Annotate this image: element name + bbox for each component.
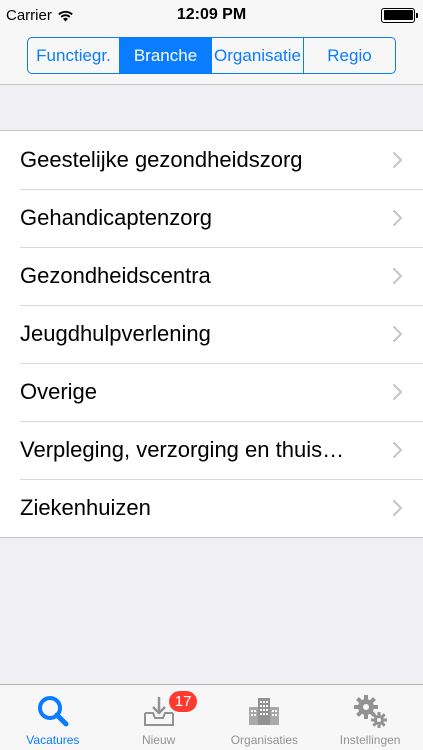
gears-icon [350, 691, 390, 731]
segment-branche[interactable]: Branche [120, 38, 212, 73]
list-item-label: Overige [20, 379, 98, 404]
list-item-label: Verpleging, verzorging en thuis… [20, 437, 345, 462]
status-bar: Carrier 12:09 PM [0, 0, 423, 30]
chevron-right-icon [392, 209, 403, 227]
segmented-control: Functiegr. Branche Organisatie Regio [27, 37, 396, 74]
chevron-right-icon [392, 151, 403, 169]
chevron-right-icon [392, 325, 403, 343]
list-item[interactable]: Gezondheidscentra [0, 247, 423, 305]
tab-vacatures[interactable]: Vacatures [0, 685, 106, 750]
list-item-label: Geestelijke gezondheidszorg [20, 147, 303, 172]
tab-label: Organisaties [230, 733, 299, 747]
segment-regio[interactable]: Regio [304, 38, 395, 73]
list-item[interactable]: Jeugdhulpverlening [0, 305, 423, 363]
chevron-right-icon [392, 499, 403, 517]
list-item[interactable]: Gehandicaptenzorg [0, 189, 423, 247]
list-item-label: Ziekenhuizen [20, 495, 151, 520]
list-item-label: Gehandicaptenzorg [20, 205, 213, 230]
chevron-right-icon [392, 383, 403, 401]
tab-label: Vacatures [26, 733, 80, 747]
carrier-info: Carrier [6, 7, 74, 24]
carrier-label: Carrier [6, 6, 52, 24]
search-icon [33, 691, 73, 731]
list-item-label: Gezondheidscentra [20, 263, 211, 288]
list-item-label: Jeugdhulpverlening [20, 321, 211, 346]
segment-functiegroep[interactable]: Functiegr. [28, 38, 120, 73]
list-item[interactable]: Verpleging, verzorging en thuis… [0, 421, 423, 479]
tab-bar: Vacatures 17 Nieuw Organisaties Instelli… [0, 684, 423, 750]
chevron-right-icon [392, 267, 403, 285]
tab-instellingen[interactable]: Instellingen [317, 685, 423, 750]
wifi-icon [58, 10, 73, 21]
buildings-icon [244, 691, 284, 731]
branche-list: Geestelijke gezondheidszorg Gehandicapte… [0, 130, 423, 538]
list-item[interactable]: Geestelijke gezondheidszorg [0, 131, 423, 189]
tab-label: Instellingen [339, 733, 401, 747]
navigation-bar: Functiegr. Branche Organisatie Regio [0, 30, 423, 85]
tab-label: Nieuw [141, 733, 176, 747]
list-item[interactable]: Ziekenhuizen [0, 479, 423, 537]
battery-icon [381, 7, 418, 23]
segment-organisatie[interactable]: Organisatie [212, 38, 304, 73]
new-count-badge: 17 [167, 690, 199, 713]
chevron-right-icon [392, 441, 403, 459]
list-item[interactable]: Overige [0, 363, 423, 421]
tab-nieuw[interactable]: 17 Nieuw [106, 685, 212, 750]
tab-organisaties[interactable]: Organisaties [212, 685, 318, 750]
